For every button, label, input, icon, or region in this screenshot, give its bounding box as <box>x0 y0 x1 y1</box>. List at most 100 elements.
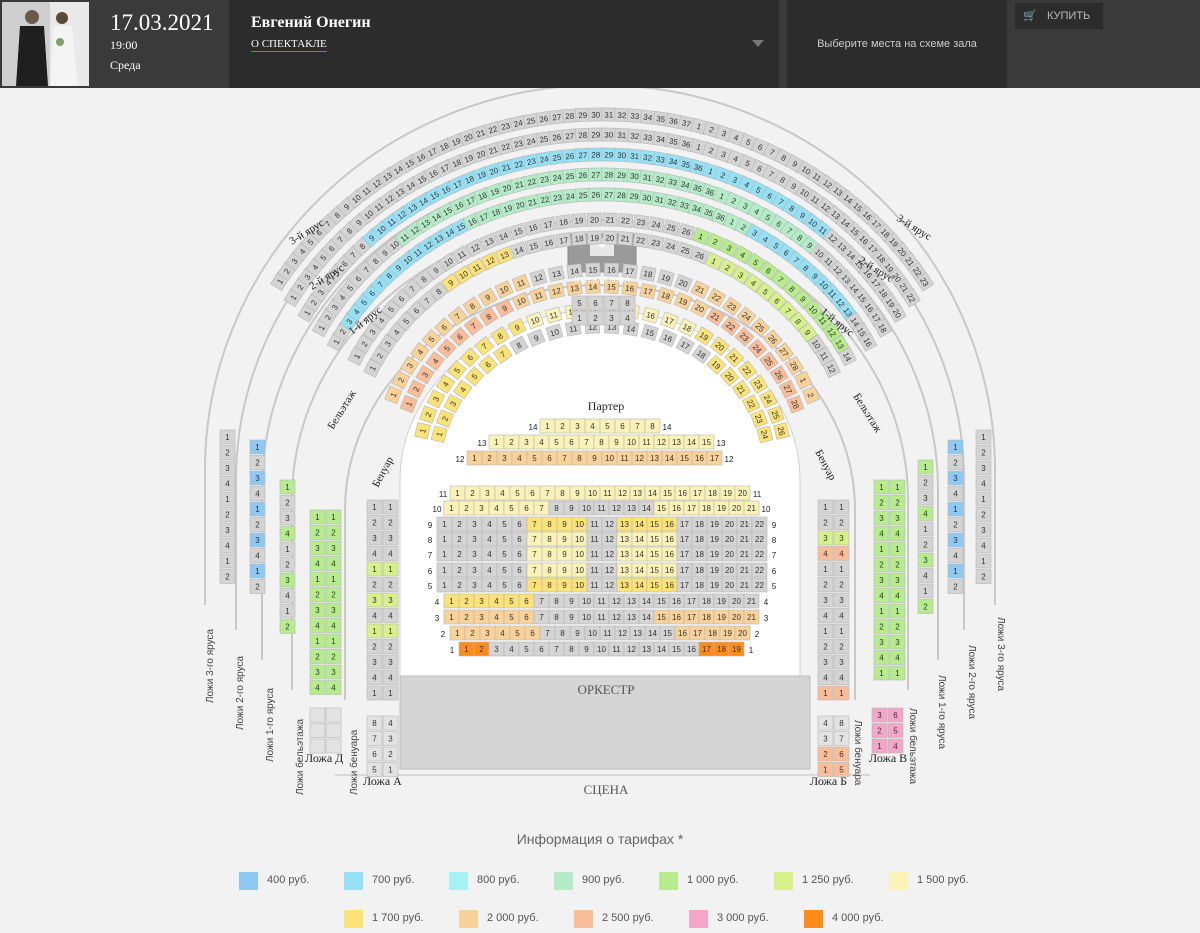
seat[interactable]: 17 <box>676 546 693 562</box>
seat[interactable]: 1 <box>889 603 906 619</box>
seat[interactable]: 17 <box>683 609 700 625</box>
seat[interactable]: 16 <box>603 262 619 277</box>
seat[interactable]: 4 <box>309 556 326 571</box>
seat[interactable]: 18 <box>713 641 730 657</box>
seat[interactable]: 9 <box>556 562 573 578</box>
seat[interactable]: 4 <box>481 562 498 578</box>
seat[interactable] <box>309 707 326 723</box>
seat[interactable]: 3 <box>219 522 236 538</box>
seat[interactable]: 2 <box>873 619 890 634</box>
seat[interactable]: 9 <box>556 516 573 532</box>
seat[interactable]: 4 <box>279 588 296 603</box>
seat[interactable]: 8 <box>563 641 580 657</box>
seat[interactable]: 17 <box>683 500 700 516</box>
seat[interactable]: 16 <box>540 234 558 251</box>
seat[interactable]: 2 <box>873 495 890 510</box>
seat[interactable]: 3 <box>466 531 483 547</box>
seat[interactable]: 8 <box>833 715 850 731</box>
seat[interactable]: 4 <box>279 526 296 541</box>
seat[interactable]: 28 <box>561 108 578 124</box>
seat[interactable]: 21 <box>690 280 710 299</box>
seat[interactable]: 22 <box>751 577 768 593</box>
seat[interactable]: 1 <box>817 623 834 639</box>
seat[interactable]: 3 <box>603 310 620 326</box>
seat[interactable]: 2 <box>458 593 475 609</box>
seat[interactable]: 3 <box>249 532 266 548</box>
seat[interactable]: 4 <box>975 476 992 491</box>
seat[interactable]: 14 <box>631 577 648 593</box>
seat[interactable]: 6 <box>887 707 904 723</box>
seat[interactable]: 1 <box>833 499 850 515</box>
seat[interactable]: 3 <box>325 602 342 618</box>
seat[interactable]: 10 <box>494 280 514 299</box>
about-show-link[interactable]: О СПЕКТАКЛЕ <box>251 38 327 52</box>
seat[interactable]: 14 <box>509 241 528 259</box>
seat[interactable]: 19 <box>706 516 723 532</box>
seat[interactable]: 15 <box>646 577 663 593</box>
seat[interactable]: 1 <box>219 429 236 445</box>
seat[interactable]: 3 <box>249 470 266 486</box>
seat[interactable]: 10 <box>584 625 601 641</box>
seat[interactable]: 11 <box>511 273 531 292</box>
seat[interactable]: 2 <box>366 577 383 592</box>
seat[interactable]: 18 <box>639 265 657 282</box>
seat[interactable]: 1 <box>443 609 460 625</box>
seat[interactable]: 13 <box>616 577 633 593</box>
seat[interactable]: 2 <box>975 507 992 522</box>
seat[interactable]: 3 <box>817 654 834 670</box>
seat[interactable]: 30 <box>601 127 617 142</box>
seat[interactable]: 19 <box>713 500 730 516</box>
seat[interactable]: 1 <box>443 500 460 516</box>
seat[interactable]: 1 <box>466 450 483 466</box>
seat[interactable]: 8 <box>548 500 565 516</box>
seat[interactable]: 10 <box>571 577 588 593</box>
seat[interactable]: 12 <box>601 562 618 578</box>
seat[interactable]: 1 <box>443 593 460 609</box>
seat[interactable]: 9 <box>478 287 498 307</box>
seat[interactable]: 5 <box>509 485 526 501</box>
seat[interactable]: 10 <box>571 531 588 547</box>
seat[interactable]: 1 <box>817 685 834 701</box>
seat[interactable]: 4 <box>488 609 505 625</box>
seat[interactable]: 14 <box>631 531 648 547</box>
seat[interactable]: 12 <box>529 269 548 287</box>
seat[interactable]: 4 <box>219 538 236 553</box>
seat[interactable]: 10 <box>593 641 610 657</box>
seat[interactable]: 7 <box>578 434 595 450</box>
seat[interactable]: 1 <box>279 479 296 495</box>
seat[interactable]: 9 <box>556 546 573 562</box>
seat[interactable]: 4 <box>889 650 906 665</box>
seat[interactable]: 2 <box>382 515 399 530</box>
seat[interactable]: 32 <box>614 107 630 123</box>
seat[interactable]: 2 <box>279 619 296 634</box>
seat[interactable]: 9 <box>563 593 580 609</box>
seat[interactable]: 3 <box>279 510 296 526</box>
seat[interactable]: 15 <box>698 434 715 450</box>
seat[interactable]: 3 <box>325 664 342 680</box>
seat[interactable]: 17 <box>639 282 657 300</box>
seat[interactable]: 15 <box>509 222 528 241</box>
seat[interactable]: 15 <box>646 531 663 547</box>
seat[interactable]: 20 <box>602 230 618 245</box>
seat[interactable]: 16 <box>661 531 678 547</box>
seat[interactable]: 1 <box>366 561 383 577</box>
seat[interactable]: 17 <box>676 531 693 547</box>
seat[interactable]: 1 <box>366 499 383 515</box>
seat[interactable]: 27 <box>774 342 794 363</box>
seat[interactable]: 2 <box>801 385 820 405</box>
seat[interactable]: 2 <box>975 569 992 584</box>
seat[interactable]: 3 <box>366 592 383 608</box>
seat[interactable]: 10 <box>584 485 601 501</box>
seat[interactable]: 5 <box>503 500 520 516</box>
seat[interactable]: 2 <box>219 507 236 522</box>
seat[interactable]: 12 <box>623 641 640 657</box>
seat[interactable]: 31 <box>601 107 617 122</box>
seat[interactable]: 1 <box>947 501 964 517</box>
seat[interactable]: 1 <box>249 501 266 517</box>
seat[interactable]: 4 <box>817 608 834 623</box>
seat[interactable]: 1 <box>366 685 383 701</box>
seat[interactable]: 12 <box>601 546 618 562</box>
seat[interactable]: 4 <box>481 577 498 593</box>
seat[interactable]: 4 <box>494 485 511 501</box>
seat[interactable]: 3 <box>382 592 399 608</box>
